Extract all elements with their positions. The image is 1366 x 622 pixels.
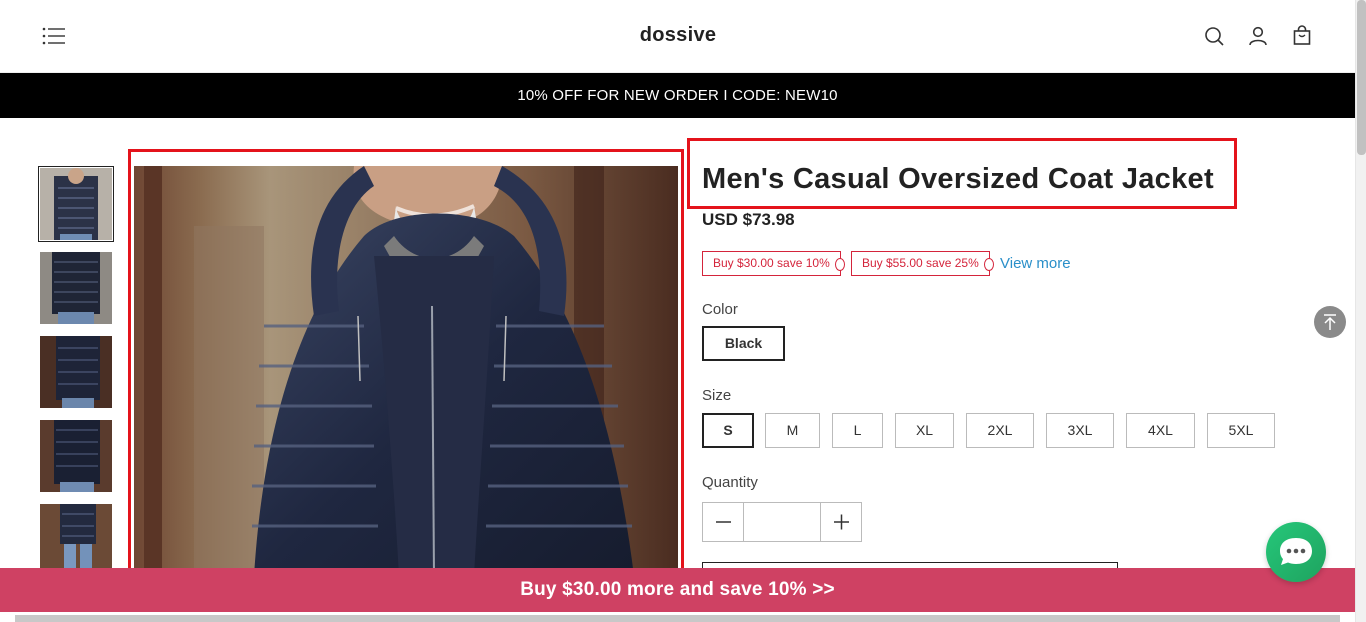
product-thumbnail-2[interactable] bbox=[40, 252, 112, 324]
color-label: Color bbox=[702, 301, 738, 318]
search-icon[interactable] bbox=[1203, 25, 1225, 47]
size-option-5xl[interactable]: 5XL bbox=[1207, 413, 1275, 448]
chat-button[interactable] bbox=[1266, 522, 1326, 582]
product-thumbnail-3[interactable] bbox=[40, 336, 112, 408]
size-option-4xl[interactable]: 4XL bbox=[1126, 413, 1195, 448]
size-option-m[interactable]: M bbox=[765, 413, 820, 448]
back-to-top-button[interactable] bbox=[1314, 306, 1346, 338]
color-option-black[interactable]: Black bbox=[702, 326, 785, 361]
quantity-stepper bbox=[702, 502, 862, 542]
account-icon[interactable] bbox=[1247, 25, 1269, 47]
promo-bar[interactable]: Buy $30.00 more and save 10% >> bbox=[0, 568, 1355, 612]
page: dossive 10% OFF FOR NEW ORDER I CODE: NE… bbox=[0, 0, 1366, 622]
coupon-tag-2[interactable]: Buy $55.00 save 25% bbox=[851, 251, 994, 276]
chat-bubble-icon bbox=[1280, 538, 1312, 565]
horizontal-scroll-thumb[interactable] bbox=[15, 615, 1340, 622]
quantity-label: Quantity bbox=[702, 474, 758, 491]
cart-icon[interactable] bbox=[1291, 25, 1313, 47]
vertical-scrollbar[interactable] bbox=[1355, 0, 1366, 622]
size-option-s[interactable]: S bbox=[702, 413, 754, 448]
brand-logo[interactable]: dossive bbox=[600, 24, 756, 47]
horizontal-scrollbar[interactable] bbox=[0, 612, 1355, 622]
product-thumbnail-1[interactable] bbox=[38, 166, 114, 242]
size-option-3xl[interactable]: 3XL bbox=[1046, 413, 1114, 448]
product-thumbnail-5[interactable] bbox=[40, 504, 112, 576]
product-main-image[interactable] bbox=[134, 166, 678, 576]
product-price: USD $73.98 bbox=[702, 210, 795, 229]
size-option-xl[interactable]: XL bbox=[895, 413, 954, 448]
site-header: dossive bbox=[0, 0, 1355, 73]
size-option-l[interactable]: L bbox=[832, 413, 883, 448]
announcement-bar: 10% OFF FOR NEW ORDER I CODE: NEW10 bbox=[0, 73, 1355, 118]
scrollbar-thumb[interactable] bbox=[1357, 0, 1366, 155]
quantity-increase-button[interactable] bbox=[820, 503, 861, 541]
product-thumbnail-4[interactable] bbox=[40, 420, 112, 492]
product-title: Men's Casual Oversized Coat Jacket bbox=[702, 163, 1214, 195]
menu-icon[interactable] bbox=[42, 26, 66, 46]
view-more-link[interactable]: View more bbox=[1000, 255, 1071, 272]
size-label: Size bbox=[702, 387, 732, 404]
quantity-input[interactable] bbox=[744, 503, 820, 541]
size-option-2xl[interactable]: 2XL bbox=[966, 413, 1034, 448]
coupon-tag-1[interactable]: Buy $30.00 save 10% bbox=[702, 251, 845, 276]
quantity-decrease-button[interactable] bbox=[703, 503, 744, 541]
